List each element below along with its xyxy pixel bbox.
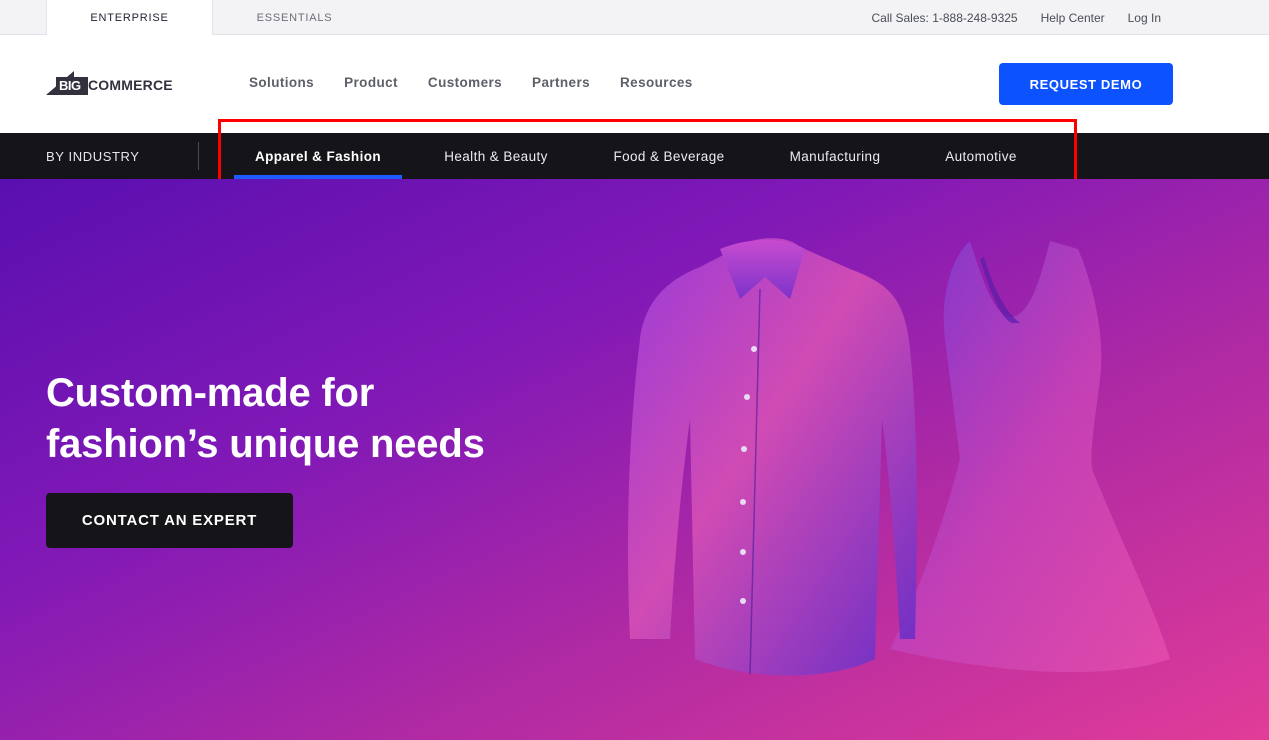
log-in-link[interactable]: Log In	[1128, 11, 1161, 25]
by-industry-label: BY INDUSTRY	[46, 148, 140, 164]
tab-essentials[interactable]: ESSENTIALS	[213, 0, 376, 35]
logo-mark-icon: BIG	[46, 71, 88, 95]
hero-title-line-2: fashion’s unique needs	[46, 422, 485, 466]
main-nav: Solutions Product Customers Partners Res…	[249, 75, 693, 90]
tab-enterprise[interactable]: ENTERPRISE	[46, 0, 213, 36]
main-header: BIG COMMERCE Solutions Product Customers…	[0, 35, 1269, 133]
call-sales-link[interactable]: Call Sales: 1-888-248-9325	[872, 11, 1018, 25]
shirt-shape	[628, 238, 917, 676]
industry-tab-automotive[interactable]: Automotive	[924, 133, 1038, 179]
hero-title-line-1: Custom-made for	[46, 371, 375, 415]
hero-title: Custom-made for fashion’s unique needs	[46, 368, 485, 470]
hero-section: Custom-made for fashion’s unique needs C…	[0, 179, 1269, 740]
industry-tab-health-beauty[interactable]: Health & Beauty	[420, 133, 572, 179]
nav-customers[interactable]: Customers	[428, 75, 502, 90]
nav-partners[interactable]: Partners	[532, 75, 590, 90]
industry-tab-apparel-fashion[interactable]: Apparel & Fashion	[234, 133, 402, 179]
nav-product[interactable]: Product	[344, 75, 398, 90]
industry-divider	[198, 142, 199, 170]
nav-solutions[interactable]: Solutions	[249, 75, 314, 90]
bigcommerce-logo[interactable]: BIG COMMERCE	[46, 71, 173, 95]
utility-bar: ENTERPRISE ESSENTIALS Call Sales: 1-888-…	[0, 0, 1269, 36]
industry-tab-manufacturing[interactable]: Manufacturing	[766, 133, 904, 179]
logo-commerce-text: COMMERCE	[88, 77, 173, 93]
logo-big-text: BIG	[59, 78, 81, 93]
nav-resources[interactable]: Resources	[620, 75, 693, 90]
industry-tab-food-beverage[interactable]: Food & Beverage	[592, 133, 746, 179]
help-center-link[interactable]: Help Center	[1041, 11, 1105, 25]
industry-bar: BY INDUSTRY Apparel & Fashion Health & B…	[0, 133, 1269, 179]
utility-links: Call Sales: 1-888-248-9325 Help Center L…	[872, 0, 1162, 35]
contact-expert-button[interactable]: CONTACT AN EXPERT	[46, 493, 293, 548]
shirt-and-dress-illustration	[628, 238, 1170, 676]
request-demo-button[interactable]: REQUEST DEMO	[999, 63, 1173, 105]
dress-shape	[890, 241, 1170, 673]
